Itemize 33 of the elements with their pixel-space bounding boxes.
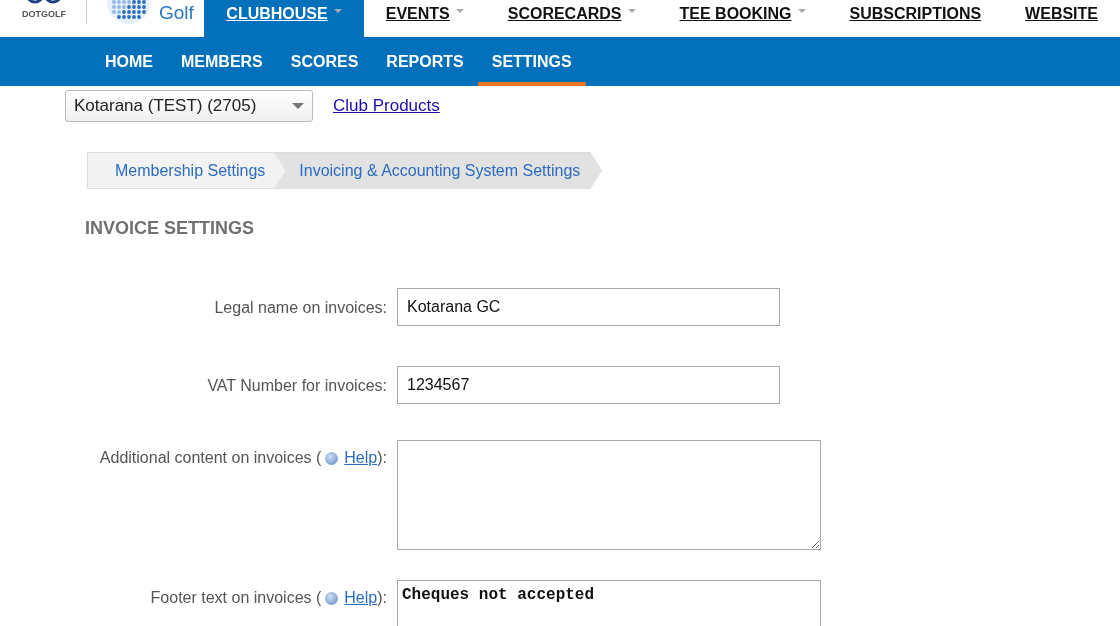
- section-title: INVOICE SETTINGS: [85, 217, 256, 240]
- nav-tab[interactable]: WEBSITE: [1003, 0, 1120, 37]
- text-area[interactable]: [397, 440, 821, 550]
- field-label: Legal name on invoices:: [214, 298, 387, 318]
- club-products-link[interactable]: Club Products: [333, 93, 440, 119]
- nav-tab[interactable]: CLUBHOUSE: [204, 0, 364, 37]
- logo-text: DOTGOLF: [22, 10, 66, 19]
- nav-tab[interactable]: REPORTS: [372, 37, 478, 86]
- nav-tab[interactable]: SCORECARDS: [485, 0, 658, 37]
- nav-tab[interactable]: MEMBERS: [167, 37, 277, 86]
- text-field[interactable]: Kotarana GC: [397, 288, 780, 326]
- help-link[interactable]: Help: [344, 586, 378, 610]
- help-icon: [325, 591, 339, 605]
- help-link[interactable]: Help: [344, 446, 378, 470]
- nav-tab[interactable]: TEE BOOKING: [657, 0, 828, 37]
- nav-tab[interactable]: EVENTS: [363, 0, 486, 37]
- field-label: VAT Number for invoices:: [207, 376, 387, 396]
- label-punctuation: ):: [377, 588, 387, 608]
- help-icon: [325, 451, 339, 465]
- nav-tab[interactable]: SCORES: [276, 37, 373, 86]
- text-area[interactable]: Cheques not accepted: [397, 580, 821, 626]
- breadcrumb-item[interactable]: Membership Settings: [87, 152, 286, 189]
- field-label: Additional content on invoices (: [99, 448, 322, 468]
- breadcrumb-item[interactable]: Invoicing & Accounting System Settings: [273, 152, 603, 189]
- brand-name: Golf: [159, 2, 194, 25]
- nav-tab[interactable]: HOME: [91, 37, 167, 86]
- club-select[interactable]: Kotarana (TEST) (2705): [65, 90, 313, 122]
- text-field[interactable]: 1234567: [397, 366, 780, 404]
- nav-tab[interactable]: SUBSCRIPTIONS: [827, 0, 1004, 37]
- label-punctuation: ):: [377, 448, 387, 468]
- field-label: Footer text on invoices (: [150, 588, 322, 608]
- nav-tab[interactable]: SETTINGS: [477, 37, 586, 86]
- caret-icon: [292, 103, 304, 109]
